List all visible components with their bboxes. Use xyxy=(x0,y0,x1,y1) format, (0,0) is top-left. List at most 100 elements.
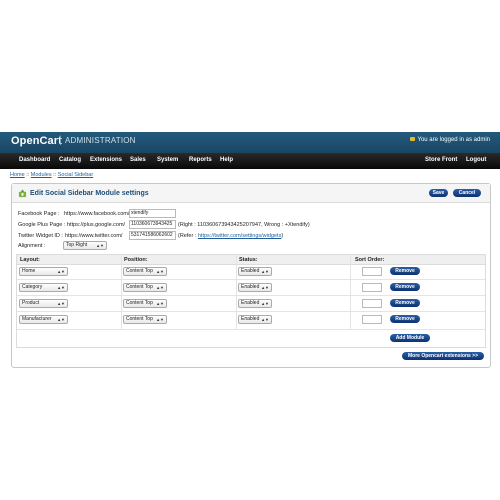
chevron-down-icon: ▲▼ xyxy=(57,285,65,290)
layout-value: Product xyxy=(22,300,40,306)
chevron-down-icon: ▲▼ xyxy=(156,301,164,306)
row-divider xyxy=(17,311,485,312)
header-status: Status: xyxy=(239,257,258,263)
chevron-down-icon: ▲▼ xyxy=(156,285,164,290)
row-divider xyxy=(17,295,485,296)
layout-select[interactable]: Manufacturer ▲▼ xyxy=(19,315,68,324)
status-value: Enabled xyxy=(241,284,260,290)
header-position: Position: xyxy=(124,257,148,263)
position-value: Content Top xyxy=(126,284,153,290)
header-layout: Layout: xyxy=(20,257,40,263)
menu-store-front[interactable]: Store Front xyxy=(425,157,457,163)
position-value: Content Top xyxy=(126,300,153,306)
chevron-down-icon: ▲▼ xyxy=(156,269,164,274)
row-divider xyxy=(17,279,485,280)
position-select[interactable]: Content Top ▲▼ xyxy=(123,283,167,292)
remove-button[interactable]: Remove xyxy=(390,299,420,307)
facebook-input[interactable]: xtendify xyxy=(129,209,176,218)
breadcrumb-modules[interactable]: Modules xyxy=(31,172,52,178)
header-sort-order: Sort Order: xyxy=(355,257,385,263)
table-header: Layout: Position: Status: Sort Order: xyxy=(17,255,485,265)
breadcrumb-current[interactable]: Social Sidebar xyxy=(58,172,93,178)
menu-dashboard[interactable]: Dashboard xyxy=(19,157,50,163)
layout-value: Category xyxy=(22,284,43,290)
status-select[interactable]: Enabled ▲▼ xyxy=(238,283,272,292)
module-settings-box: Edit Social Sidebar Module settings Save… xyxy=(11,183,491,368)
status-select[interactable]: Enabled ▲▼ xyxy=(238,299,272,308)
alignment-select[interactable]: Top Right ▲▼ xyxy=(63,241,107,250)
facebook-prefix: https://www.facebook.com/ xyxy=(64,211,130,217)
twitter-hint: (Refer : https://twitter.com/settings/wi… xyxy=(178,233,283,239)
remove-button[interactable]: Remove xyxy=(390,267,420,275)
status-select[interactable]: Enabled ▲▼ xyxy=(238,267,272,276)
alignment-label: Alignment : xyxy=(18,243,46,249)
menu-sales[interactable]: Sales xyxy=(130,157,146,163)
chevron-down-icon: ▲▼ xyxy=(57,301,65,306)
twitter-widgets-link[interactable]: https://twitter.com/settings/widgets xyxy=(198,233,281,239)
layout-value: Manufacturer xyxy=(22,316,52,322)
login-status: You are logged in as admin xyxy=(409,137,491,143)
menu-system[interactable]: System xyxy=(157,157,178,163)
remove-button[interactable]: Remove xyxy=(390,315,420,323)
gplus-input[interactable]: 110360673943425 xyxy=(129,220,176,229)
menu-extensions[interactable]: Extensions xyxy=(90,157,122,163)
add-module-button[interactable]: Add Module xyxy=(390,334,430,342)
chevron-down-icon: ▲▼ xyxy=(57,317,65,322)
position-value: Content Top xyxy=(126,268,153,274)
menu-help[interactable]: Help xyxy=(220,157,233,163)
menu-logout[interactable]: Logout xyxy=(466,157,486,163)
page-title: Edit Social Sidebar Module settings xyxy=(30,190,149,197)
status-select[interactable]: Enabled ▲▼ xyxy=(238,315,272,324)
more-extensions-button[interactable]: More Opencart extensions >> xyxy=(402,352,484,360)
chevron-down-icon: ▲▼ xyxy=(156,317,164,322)
twitter-label: Twitter Widget ID : xyxy=(18,233,63,239)
status-value: Enabled xyxy=(241,300,260,306)
row-divider xyxy=(17,329,485,330)
layout-select[interactable]: Category ▲▼ xyxy=(19,283,68,292)
chevron-down-icon: ▲▼ xyxy=(261,301,269,306)
alignment-value: Top Right xyxy=(66,242,88,248)
header-bar: OpenCart | ADMINISTRATION You are logged… xyxy=(0,132,500,153)
position-select[interactable]: Content Top ▲▼ xyxy=(123,299,167,308)
column-divider xyxy=(236,255,237,330)
breadcrumb: Home :: Modules :: Social Sidebar xyxy=(10,172,93,178)
menu-catalog[interactable]: Catalog xyxy=(59,157,81,163)
layout-select[interactable]: Home ▲▼ xyxy=(19,267,68,276)
cancel-button[interactable]: Cancel xyxy=(453,189,481,197)
breadcrumb-home[interactable]: Home xyxy=(10,172,25,178)
facebook-label: Facebook Page : xyxy=(18,211,60,217)
lock-icon xyxy=(409,137,415,141)
position-select[interactable]: Content Top ▲▼ xyxy=(123,315,167,324)
opencart-logo: OpenCart xyxy=(11,135,62,147)
position-value: Content Top xyxy=(126,316,153,322)
sort-order-input[interactable] xyxy=(362,315,382,324)
status-value: Enabled xyxy=(241,316,260,322)
gplus-hint: (Right : 110360673943425207947, Wrong : … xyxy=(178,222,310,228)
login-text: You are logged in as admin xyxy=(417,137,491,143)
chevron-down-icon: ▲▼ xyxy=(261,269,269,274)
main-menu: Dashboard Catalog Extensions Sales Syste… xyxy=(0,153,500,169)
gplus-prefix: https://plus.google.com/ xyxy=(67,222,126,228)
sort-order-input[interactable] xyxy=(362,299,382,308)
chevron-down-icon: ▲▼ xyxy=(96,243,104,248)
gplus-label: Google Plus Page : xyxy=(18,222,66,228)
logo-separator: | xyxy=(59,135,62,146)
layout-value: Home xyxy=(22,268,36,274)
status-value: Enabled xyxy=(241,268,260,274)
remove-button[interactable]: Remove xyxy=(390,283,420,291)
menu-reports[interactable]: Reports xyxy=(189,157,212,163)
box-heading: Edit Social Sidebar Module settings Save… xyxy=(12,184,490,203)
position-select[interactable]: Content Top ▲▼ xyxy=(123,267,167,276)
sort-order-input[interactable] xyxy=(362,283,382,292)
chevron-down-icon: ▲▼ xyxy=(261,285,269,290)
twitter-prefix: https://www.twitter.com/ xyxy=(65,233,123,239)
twitter-input[interactable]: 531741586062602 xyxy=(129,231,176,240)
chevron-down-icon: ▲▼ xyxy=(57,269,65,274)
module-icon xyxy=(18,189,27,198)
administration-label: ADMINISTRATION xyxy=(65,136,136,145)
column-divider xyxy=(350,255,351,330)
save-button[interactable]: Save xyxy=(429,189,448,197)
layout-select[interactable]: Product ▲▼ xyxy=(19,299,68,308)
sort-order-input[interactable] xyxy=(362,267,382,276)
module-table: Layout: Position: Status: Sort Order: Ho… xyxy=(16,254,486,348)
